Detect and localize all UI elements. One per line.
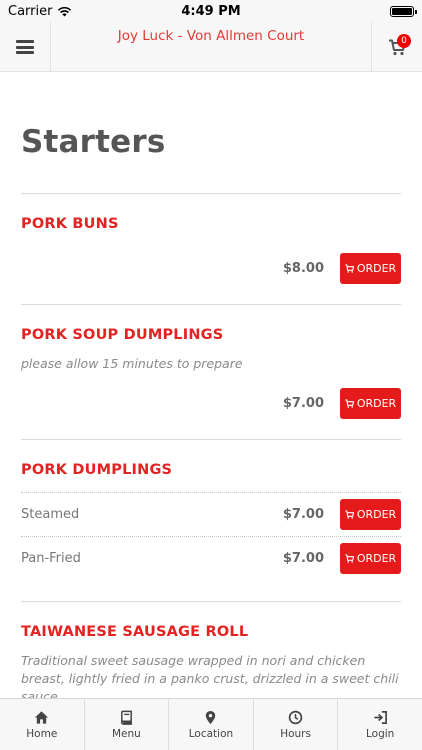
variant-price: $7.00: [282, 507, 324, 522]
restaurant-title: Joy Luck - Von Allmen Court: [117, 28, 305, 44]
tab-label: Hours: [280, 727, 311, 740]
cart-icon: [345, 554, 354, 563]
item-price: $7.00: [282, 396, 324, 411]
status-bar: Carrier 4:49 PM: [0, 0, 422, 22]
tab-label: Login: [366, 727, 395, 740]
tab-label: Menu: [111, 727, 141, 740]
menu-item: PORK BUNS $8.00 ORDER: [21, 194, 401, 284]
order-button[interactable]: ORDER: [340, 543, 401, 574]
wifi-icon: [58, 6, 72, 16]
carrier-label: Carrier: [8, 3, 53, 19]
app-header: Joy Luck - Von Allmen Court 0: [0, 22, 422, 72]
cart-icon: [345, 264, 354, 273]
home-icon: [35, 710, 49, 724]
tab-home[interactable]: Home: [0, 699, 85, 750]
clock-icon: [288, 710, 303, 724]
status-left: Carrier: [8, 4, 72, 19]
variant-row: Pan-Fried $7.00 ORDER: [21, 536, 401, 580]
cart-button[interactable]: 0: [371, 22, 422, 72]
book-icon: [120, 710, 132, 725]
item-name: PORK SOUP DUMPLINGS: [21, 327, 224, 343]
order-button[interactable]: ORDER: [340, 253, 401, 284]
login-icon: [374, 710, 387, 724]
tab-menu[interactable]: Menu: [85, 699, 170, 750]
hamburger-icon: [16, 40, 34, 54]
order-label: ORDER: [356, 262, 397, 275]
cart-icon: [345, 510, 354, 519]
section-title: Starters: [21, 124, 166, 160]
cart-icon: [345, 399, 354, 408]
variant-price: $7.00: [282, 551, 324, 566]
menu-item: PORK SOUP DUMPLINGS please allow 15 minu…: [21, 305, 401, 419]
item-name: PORK BUNS: [21, 216, 119, 232]
item-name: TAIWANESE SAUSAGE ROLL: [21, 624, 249, 640]
variant-name: Pan-Fried: [21, 551, 81, 566]
variant-name: Steamed: [21, 507, 80, 522]
tab-label: Location: [188, 727, 234, 740]
order-button[interactable]: ORDER: [340, 388, 401, 419]
item-description: Traditional sweet sausage wrapped in nor…: [21, 653, 399, 698]
tab-location[interactable]: Location: [169, 699, 254, 750]
item-price: $8.00: [282, 261, 324, 276]
order-button[interactable]: ORDER: [340, 499, 401, 530]
order-label: ORDER: [356, 508, 397, 521]
variant-row: Steamed $7.00 ORDER: [21, 492, 401, 536]
item-description: please allow 15 minutes to prepare: [21, 356, 243, 371]
bottom-tab-bar: Home Menu Location Hours Login: [0, 698, 422, 750]
cart-count-badge: 0: [397, 34, 411, 48]
order-label: ORDER: [356, 552, 397, 565]
tab-hours[interactable]: Hours: [254, 699, 339, 750]
menu-button[interactable]: [0, 22, 51, 72]
item-name: PORK DUMPLINGS: [21, 462, 173, 478]
menu-item: PORK DUMPLINGS Steamed $7.00 ORDER Pan-F…: [21, 440, 401, 601]
price-row: $7.00 ORDER: [21, 388, 401, 419]
battery-icon: [390, 5, 417, 17]
variant-list: Steamed $7.00 ORDER Pan-Fried $7.00 ORDE…: [21, 492, 401, 580]
map-pin-icon: [206, 710, 216, 724]
menu-content[interactable]: Starters PORK BUNS $8.00 ORDER PORK SOUP…: [0, 73, 422, 698]
tab-login[interactable]: Login: [338, 699, 422, 750]
menu-item: TAIWANESE SAUSAGE ROLL Traditional sweet…: [21, 602, 401, 698]
price-row: $8.00 ORDER: [21, 253, 401, 284]
tab-label: Home: [26, 727, 58, 740]
order-label: ORDER: [356, 397, 397, 410]
